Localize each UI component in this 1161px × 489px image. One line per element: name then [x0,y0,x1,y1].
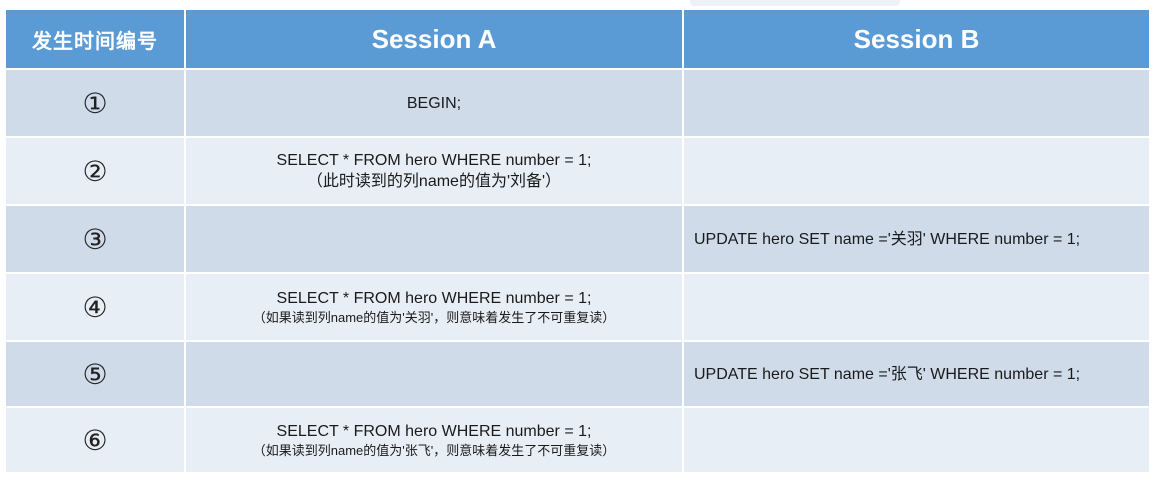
table-row: ④ SELECT * FROM hero WHERE number = 1; （… [6,273,1149,342]
table-row: ⑤ UPDATE hero SET name ='张飞' WHERE numbe… [6,341,1149,408]
table-row: ② SELECT * FROM hero WHERE number = 1; （… [6,137,1149,206]
session-b-cell [683,69,1149,138]
session-a-cell: SELECT * FROM hero WHERE number = 1; （如果… [185,407,684,474]
step-number: ① [6,69,186,138]
session-a-statement: BEGIN; [406,94,462,112]
header-session-a: Session A [185,10,684,70]
header-time-number: 发生时间编号 [6,10,186,70]
session-a-statement: SELECT * FROM hero WHERE number = 1; [276,289,592,307]
header-row: 发生时间编号 Session A Session B [6,10,1149,70]
step-number: ⑤ [6,341,186,408]
step-number: ③ [6,205,186,274]
header-session-b: Session B [683,10,1149,70]
transaction-timeline-table: 发生时间编号 Session A Session B ① BEGIN; ② SE… [6,10,1149,474]
session-b-statement: UPDATE hero SET name ='张飞' WHERE number … [683,341,1149,408]
session-a-note: （如果读到列name的值为'关羽'，则意味着发生了不可重复读） [252,309,616,325]
session-a-cell: BEGIN; [185,69,684,138]
table-row: ⑥ SELECT * FROM hero WHERE number = 1; （… [6,407,1149,474]
table-row: ③ UPDATE hero SET name ='关羽' WHERE numbe… [6,205,1149,274]
session-a-statement: SELECT * FROM hero WHERE number = 1; [276,152,592,169]
step-number: ② [6,137,186,206]
step-number: ⑥ [6,407,186,474]
session-b-cell [683,407,1149,474]
session-a-cell [185,205,684,274]
session-a-cell: SELECT * FROM hero WHERE number = 1; （此时… [185,137,684,206]
table-row: ① BEGIN; [6,69,1149,138]
step-number: ④ [6,273,186,342]
session-b-statement: UPDATE hero SET name ='关羽' WHERE number … [683,205,1149,274]
session-b-cell [683,273,1149,342]
session-a-note: （此时读到的列name的值为'刘备'） [306,173,562,190]
session-b-cell [683,137,1149,206]
session-a-cell [185,341,684,408]
top-edge-fragment [690,0,900,6]
session-a-cell: SELECT * FROM hero WHERE number = 1; （如果… [185,273,684,342]
session-a-statement: SELECT * FROM hero WHERE number = 1; [276,422,592,440]
session-a-note: （如果读到列name的值为'张飞'，则意味着发生了不可重复读） [252,442,616,458]
